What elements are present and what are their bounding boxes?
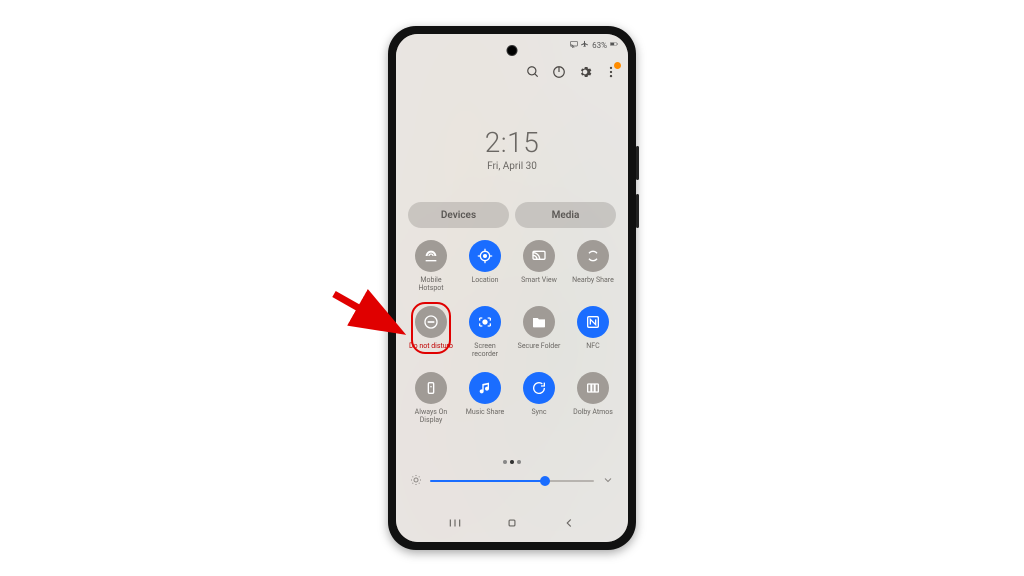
page-dot [503,460,507,464]
output-control-row: Devices Media [408,202,616,228]
tile-label: Mobile Hotspot [408,276,454,292]
tile-do-not-disturb[interactable]: Do not disturb [408,306,454,358]
music-share-icon [469,372,501,404]
battery-icon [610,40,618,50]
devices-button-label: Devices [441,210,476,221]
phone-frame: 63% 2:15 Fri, April 30 [388,26,636,550]
always-on-display-icon [415,372,447,404]
tile-label: Music Share [466,408,505,416]
tile-label: Always On Display [408,408,454,424]
tile-secure-folder[interactable]: Secure Folder [516,306,562,358]
tile-screen-recorder[interactable]: Screen recorder [462,306,508,358]
airplane-icon [581,40,589,50]
camera-hole [508,46,517,55]
screen-recorder-icon [469,306,501,338]
brightness-slider[interactable] [430,480,594,482]
tile-label: Dolby Atmos [573,408,613,416]
battery-text: 63% [592,41,607,50]
status-bar: 63% [570,40,618,50]
nav-recents[interactable] [448,515,462,534]
expand-brightness-icon[interactable] [602,471,614,490]
devices-button[interactable]: Devices [408,202,509,228]
panel-toolbar [526,64,618,83]
media-button-label: Media [552,210,580,221]
clock-time: 2:15 [396,126,628,159]
tile-nfc[interactable]: NFC [570,306,616,358]
tile-label: Smart View [521,276,557,284]
tile-label: Do not disturb [409,342,453,350]
tile-music-share[interactable]: Music Share [462,372,508,424]
nearby-share-icon [577,240,609,272]
page-indicator [396,460,628,464]
sync-icon [523,372,555,404]
nav-back[interactable] [562,515,576,534]
lockscreen-clock: 2:15 Fri, April 30 [396,126,628,172]
tile-nearby-share[interactable]: Nearby Share [570,240,616,292]
brightness-low-icon [410,471,422,490]
page-dot [510,460,514,464]
nfc-icon [577,306,609,338]
tile-mobile-hotspot[interactable]: Mobile Hotspot [408,240,454,292]
annotation-arrow [328,288,408,348]
tile-sync[interactable]: Sync [516,372,562,424]
secure-folder-icon [523,306,555,338]
tile-always-on-display[interactable]: Always On Display [408,372,454,424]
brightness-row [410,471,614,490]
notification-badge [614,62,621,69]
search-icon[interactable] [526,64,540,83]
cast-icon [570,40,578,50]
do-not-disturb-icon [415,306,447,338]
clock-date: Fri, April 30 [396,161,628,172]
quick-settings-grid: Mobile Hotspot Location Smart View Nearby S… [408,240,616,424]
settings-gear-icon[interactable] [578,64,592,83]
more-icon[interactable] [604,64,618,83]
brightness-thumb[interactable] [540,476,550,486]
navigation-bar [396,515,628,534]
power-icon[interactable] [552,64,566,83]
media-button[interactable]: Media [515,202,616,228]
tile-smart-view[interactable]: Smart View [516,240,562,292]
location-icon [469,240,501,272]
tile-label: Sync [532,408,547,416]
tile-label: NFC [586,342,599,350]
screen: 63% 2:15 Fri, April 30 [396,34,628,542]
dolby-atmos-icon [577,372,609,404]
tile-label: Nearby Share [572,276,614,284]
tile-dolby-atmos[interactable]: Dolby Atmos [570,372,616,424]
tile-label: Secure Folder [518,342,561,350]
tile-label: Screen recorder [462,342,508,358]
page-dot [517,460,521,464]
nav-home[interactable] [505,515,519,534]
mobile-hotspot-icon [415,240,447,272]
smart-view-icon [523,240,555,272]
tile-location[interactable]: Location [462,240,508,292]
tile-label: Location [471,276,498,284]
